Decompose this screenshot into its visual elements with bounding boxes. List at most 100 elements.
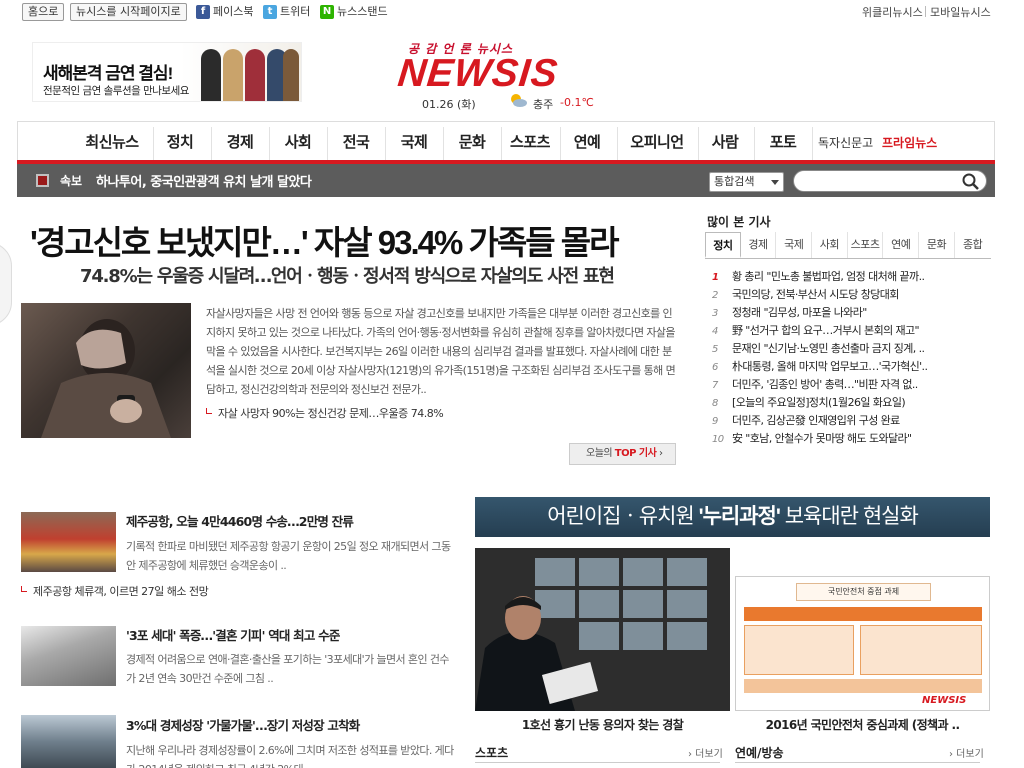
ad-figure bbox=[283, 49, 299, 101]
feature-banner[interactable]: 어린이집ㆍ유치원 '누리과정' 보육대란 현실화 bbox=[475, 497, 990, 537]
tab-world[interactable]: 국제 bbox=[776, 232, 813, 258]
search-input[interactable] bbox=[793, 170, 987, 192]
entertainment-more-link[interactable]: › 더보기 bbox=[949, 745, 984, 760]
lead-photo[interactable] bbox=[21, 303, 191, 438]
topbar-divider bbox=[925, 6, 926, 17]
newsis-logo[interactable]: NEWSIS bbox=[396, 52, 560, 96]
most-viewed-tabs: 정치 경제 국제 사회 스포츠 연예 문화 종합 bbox=[705, 232, 991, 259]
lead-subheadline[interactable]: 74.8%는 우울증 시달려…언어ㆍ행동ㆍ정서적 방식으로 자살의도 사전 표현 bbox=[80, 262, 615, 288]
news-related-link[interactable]: 제주공항 체류객, 이르면 27일 해소 전망 bbox=[21, 583, 209, 599]
news-photo-three-give-up[interactable] bbox=[21, 626, 116, 686]
section-title-entertainment[interactable]: 연예/방송 bbox=[735, 744, 784, 761]
rank-number: 2 bbox=[712, 290, 718, 301]
newsstand-link[interactable]: N 뉴스스탠드 bbox=[320, 4, 388, 20]
nav-item-society[interactable]: 사회 bbox=[274, 130, 322, 154]
nav-prime-news[interactable]: 프라임뉴스 bbox=[882, 134, 937, 151]
rank-number: 3 bbox=[712, 308, 718, 319]
nav-item-economy[interactable]: 경제 bbox=[216, 130, 264, 154]
rank-number: 5 bbox=[712, 344, 718, 355]
breaking-news-icon bbox=[36, 174, 49, 187]
ad-figure bbox=[245, 49, 265, 101]
list-item[interactable]: 4 野 "선거구 합의 요구…거부시 본회의 재고" bbox=[712, 322, 992, 340]
list-item[interactable]: 7 더민주, '김종인 방어' 총력…"비판 자격 없.. bbox=[712, 376, 992, 394]
nav-divider bbox=[269, 127, 270, 160]
news-title[interactable]: 제주공항, 오늘 4만4460명 수송…2만명 잔류 bbox=[126, 511, 354, 530]
list-item[interactable]: 8 [오늘의 주요일정]정치(1월26일 화요일) bbox=[712, 394, 992, 412]
home-button[interactable]: 홈으로 bbox=[22, 3, 65, 21]
tab-sports[interactable]: 스포츠 bbox=[847, 232, 884, 258]
ad-figure bbox=[201, 49, 221, 101]
facebook-icon: f bbox=[196, 5, 210, 19]
nav-item-people[interactable]: 사람 bbox=[702, 130, 748, 154]
news-summary: 기록적 한파로 마비됐던 제주공항 항공기 운항이 25일 정오 재개되면서 그… bbox=[126, 540, 451, 572]
nav-divider bbox=[327, 127, 328, 160]
list-item[interactable]: 2 국민의당, 전북·부산서 시도당 창당대회 bbox=[712, 286, 992, 304]
photo-caption[interactable]: 2016년 국민안전처 중심과제 (정책과 .. bbox=[735, 716, 990, 733]
lead-related-text: 자살 사망자 90%는 정신건강 문제…우울증 74.8% bbox=[218, 407, 444, 420]
tab-politics[interactable]: 정치 bbox=[705, 232, 741, 258]
facebook-link[interactable]: f 페이스북 bbox=[196, 4, 253, 20]
set-start-page-button[interactable]: 뉴시스를 시작페이지로 bbox=[70, 3, 187, 21]
news-title[interactable]: '3포 세대' 폭증…'결혼 기피' 역대 최고 수준 bbox=[126, 625, 340, 644]
nav-item-sports[interactable]: 스포츠 bbox=[505, 130, 555, 154]
section-divider bbox=[735, 762, 980, 763]
related-arrow-icon bbox=[21, 586, 27, 592]
nav-item-politics[interactable]: 정치 bbox=[158, 130, 202, 154]
news-photo-economy[interactable] bbox=[21, 715, 116, 768]
nav-item-culture[interactable]: 문화 bbox=[448, 130, 496, 154]
list-item[interactable]: 3 정청래 "김무성, 마포을 나와라" bbox=[712, 304, 992, 322]
news-title[interactable]: 3%대 경제성장 '가물가물'…장기 저성장 고착화 bbox=[126, 715, 360, 734]
tab-general[interactable]: 종합 bbox=[954, 232, 991, 258]
photo-caption[interactable]: 1호선 흉기 난동 용의자 찾는 경찰 bbox=[475, 716, 730, 733]
news-photo-jeju-airport[interactable] bbox=[21, 512, 116, 572]
today-top-articles-button[interactable]: 오늘의 TOP 기사 › bbox=[569, 443, 676, 465]
search-icon[interactable] bbox=[962, 173, 979, 190]
list-item[interactable]: 1 황 총리 "민노총 불법파업, 엄정 대처해 끝까.. bbox=[712, 268, 992, 286]
nav-reader-petition[interactable]: 독자신문고 bbox=[818, 134, 873, 151]
nav-item-opinion[interactable]: 오피니언 bbox=[622, 130, 692, 154]
list-item[interactable]: 10 安 "호남, 안철수가 못마땅 해도 도와달라" bbox=[712, 430, 992, 448]
list-item-title: 野 "선거구 합의 요구…거부시 본회의 재고" bbox=[732, 324, 920, 337]
nav-divider bbox=[385, 127, 386, 160]
weekly-newsis-link[interactable]: 위클리뉴시스 bbox=[862, 4, 923, 20]
photo-policy-document[interactable]: 국민안전처 중점 과제 NEWSIS bbox=[735, 576, 990, 711]
breaking-headline[interactable]: 하나투어, 중국인관광객 유치 날개 달았다 bbox=[96, 171, 312, 190]
nav-item-world[interactable]: 국제 bbox=[390, 130, 438, 154]
mobile-newsis-link[interactable]: 모바일뉴시스 bbox=[930, 4, 991, 20]
most-viewed-title: 많이 본 기사 bbox=[707, 215, 771, 229]
list-item[interactable]: 6 朴대통령, 올해 마지막 업무보고…'국가혁신'.. bbox=[712, 358, 992, 376]
list-item[interactable]: 9 더민주, 김상곤發 인재영입위 구성 완료 bbox=[712, 412, 992, 430]
newsstand-label: 뉴스스탠드 bbox=[337, 5, 388, 18]
chevron-right-icon: › bbox=[659, 448, 663, 459]
nav-divider bbox=[153, 127, 154, 160]
nav-divider bbox=[443, 127, 444, 160]
lead-related-link[interactable]: 자살 사망자 90%는 정신건강 문제…우울증 74.8% bbox=[206, 405, 444, 421]
section-divider bbox=[475, 762, 720, 763]
tab-economy[interactable]: 경제 bbox=[740, 232, 777, 258]
rank-number: 4 bbox=[712, 326, 718, 337]
tab-society[interactable]: 사회 bbox=[812, 232, 848, 258]
doc-bar bbox=[744, 607, 982, 621]
nav-item-entertainment[interactable]: 연예 bbox=[563, 130, 611, 154]
list-item-title: 더민주, '김종인 방어' 총력…"비판 자격 없.. bbox=[732, 378, 918, 391]
lead-headline[interactable]: '경고신호 보냈지만…' 자살 93.4% 가족들 몰라 bbox=[30, 216, 620, 264]
nav-item-latest[interactable]: 최신뉴스 bbox=[76, 130, 148, 154]
rank-number: 1 bbox=[712, 272, 719, 283]
tab-entertainment[interactable]: 연예 bbox=[883, 232, 920, 258]
nav-divider bbox=[501, 127, 502, 160]
sports-more-link[interactable]: › 더보기 bbox=[688, 745, 723, 760]
nav-item-national[interactable]: 전국 bbox=[332, 130, 380, 154]
nav-divider bbox=[211, 127, 212, 160]
ad-banner[interactable]: 새해본격 금연 결심! 전문적인 금연 솔루션을 만나보세요 bbox=[32, 42, 302, 102]
tab-culture[interactable]: 문화 bbox=[919, 232, 955, 258]
side-scroll-handle[interactable] bbox=[0, 242, 12, 326]
weather-city: 충주 bbox=[533, 98, 554, 111]
nav-item-photo[interactable]: 포토 bbox=[759, 130, 807, 154]
top-label: TOP 기사 bbox=[614, 448, 657, 459]
current-date: 01.26 (화) bbox=[422, 98, 476, 111]
photo-police-cctv[interactable] bbox=[475, 548, 730, 711]
twitter-link[interactable]: t 트위터 bbox=[263, 4, 310, 20]
list-item[interactable]: 5 문재인 "신기남·노영민 총선출마 금지 징계, .. bbox=[712, 340, 992, 358]
nav-divider bbox=[698, 127, 699, 160]
section-title-sports[interactable]: 스포츠 bbox=[475, 744, 508, 761]
